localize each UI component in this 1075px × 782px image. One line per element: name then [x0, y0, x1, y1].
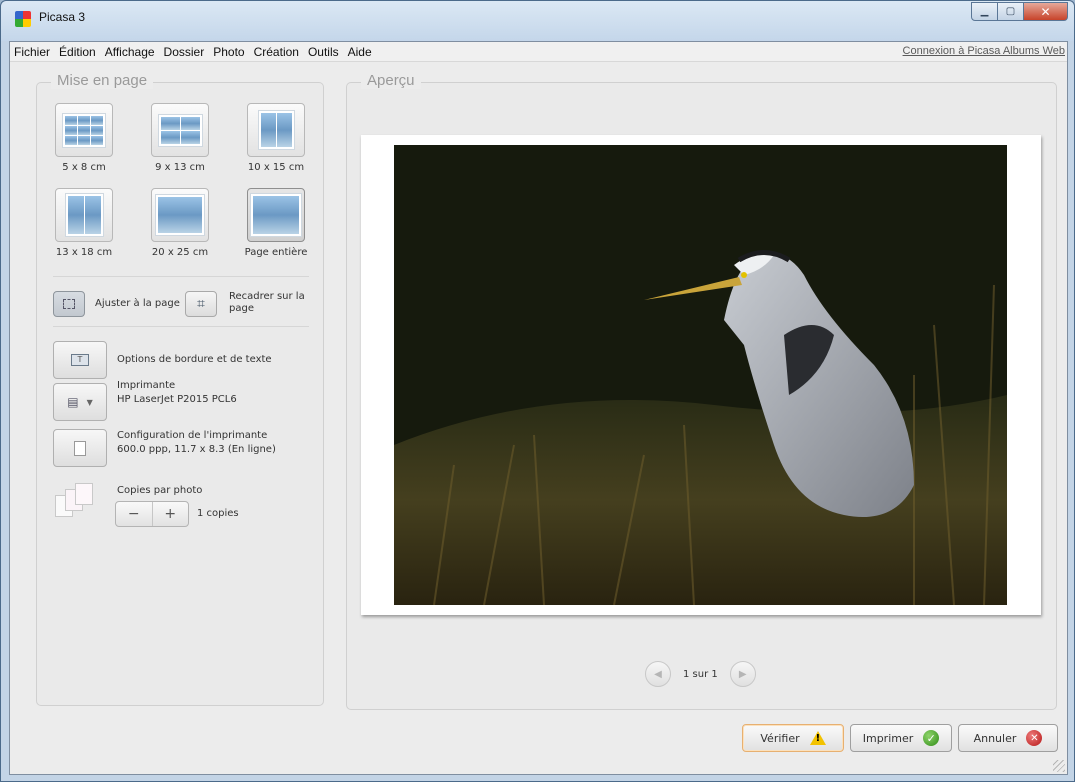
fit-to-page-label: Ajuster à la page: [95, 298, 180, 309]
preview-panel: Aperçu ◀ 1 sur 1 ▶: [346, 72, 1057, 710]
close-button[interactable]: ✕: [1024, 2, 1068, 21]
verify-button[interactable]: Vérifier: [742, 724, 844, 752]
tile-20x25-label: 20 x 25 cm: [151, 247, 209, 258]
print-button[interactable]: Imprimer ✓: [850, 724, 952, 752]
layout-panel: Mise en page 5 x 8 cm 9 x 13 cm 10 x 15 …: [36, 72, 324, 706]
text-frame-icon: T: [71, 354, 89, 366]
printer-label: Imprimante: [117, 380, 176, 391]
printer-select-button[interactable]: ▤ ▼: [53, 383, 107, 421]
tile-5x8-preview: [55, 103, 113, 157]
tile-full-page[interactable]: Page entière: [241, 188, 311, 258]
menu-edition[interactable]: Édition: [56, 45, 102, 59]
tile-full-page-label: Page entière: [244, 247, 308, 258]
chevron-left-icon: ◀: [654, 668, 662, 680]
printer-config-label: Configuration de l'imprimante: [117, 430, 268, 441]
cancel-button[interactable]: Annuler ✕: [958, 724, 1058, 752]
tile-5x8-label: 5 x 8 cm: [62, 162, 106, 173]
menu-aide[interactable]: Aide: [345, 45, 378, 59]
thumb-13x18-icon: [64, 193, 104, 237]
thumb-full-page-icon: [250, 193, 302, 237]
chevron-down-icon: ▼: [86, 397, 93, 407]
menu-photo[interactable]: Photo: [210, 45, 250, 59]
page-indicator: 1 sur 1: [683, 668, 718, 680]
decrement-button[interactable]: −: [116, 502, 152, 526]
menu-outils[interactable]: Outils: [305, 45, 345, 59]
printer-config-button[interactable]: [53, 429, 107, 467]
close-icon: ✕: [1040, 4, 1051, 19]
increment-button[interactable]: +: [151, 502, 189, 526]
heron-photo: [394, 145, 1007, 605]
prev-page-button[interactable]: ◀: [645, 661, 671, 687]
tile-full-page-preview: [247, 188, 305, 242]
thumb-5x8-icon: [62, 112, 106, 148]
crop-to-page-label: Recadrer sur la page: [229, 291, 305, 314]
copies-icon: [55, 483, 97, 523]
tile-5x8[interactable]: 5 x 8 cm: [49, 103, 119, 173]
tile-9x13-preview: [151, 103, 209, 157]
tile-13x18-label: 13 x 18 cm: [55, 247, 113, 258]
thumb-9x13-icon: [157, 113, 203, 147]
maximize-icon: ▢: [1005, 6, 1016, 17]
app-window: Picasa 3 ▁ ▢ ✕ Fichier Édition Affichage…: [0, 0, 1075, 782]
crop-icon: ⌗: [197, 296, 205, 312]
print-preview-page: [361, 135, 1041, 615]
preview-panel-title: Aperçu: [361, 72, 421, 89]
cancel-button-label: Annuler: [973, 731, 1017, 745]
menu-fichier[interactable]: Fichier: [10, 45, 56, 59]
fit-to-page-button[interactable]: [53, 291, 85, 317]
divider: [53, 276, 309, 277]
next-page-button[interactable]: ▶: [729, 661, 756, 687]
page-pager: ◀ 1 sur 1 ▶: [645, 661, 756, 687]
tile-10x15[interactable]: 10 x 15 cm: [241, 103, 311, 173]
tile-13x18[interactable]: 13 x 18 cm: [49, 188, 119, 258]
chevron-right-icon: ▶: [738, 668, 747, 680]
tile-9x13-label: 9 x 13 cm: [155, 162, 205, 173]
fit-to-page-icon: [63, 299, 75, 309]
resize-grip-icon[interactable]: [1053, 760, 1065, 772]
window-title: Picasa 3: [39, 10, 86, 24]
print-button-label: Imprimer: [862, 731, 914, 745]
tile-10x15-preview: [247, 103, 305, 157]
printer-icon: ▤: [67, 395, 79, 409]
title-bar: Picasa 3 ▁ ▢ ✕: [1, 1, 1074, 41]
warning-icon: [809, 731, 826, 745]
menu-creation[interactable]: Création: [251, 45, 305, 59]
copies-value: 1 copies: [197, 508, 239, 519]
picasa-app-icon: [15, 11, 31, 27]
minimize-button[interactable]: ▁: [971, 2, 998, 21]
border-options-label: Options de bordure et de texte: [117, 354, 272, 365]
menu-dossier[interactable]: Dossier: [161, 45, 211, 59]
divider: [53, 326, 309, 327]
tile-20x25[interactable]: 20 x 25 cm: [145, 188, 215, 258]
tile-13x18-preview: [55, 188, 113, 242]
printer-name: HP LaserJet P2015 PCL6: [117, 394, 237, 405]
window-controls: ▁ ▢ ✕: [971, 2, 1068, 21]
check-icon: ✓: [923, 730, 940, 746]
tile-20x25-preview: [151, 188, 209, 242]
copies-stepper: − +: [115, 501, 189, 527]
copies-label: Copies par photo: [117, 485, 203, 496]
minimize-icon: ▁: [980, 6, 989, 17]
verify-button-label: Vérifier: [760, 731, 800, 745]
maximize-button[interactable]: ▢: [998, 2, 1024, 21]
printer-config-detail: 600.0 ppp, 11.7 x 8.3 (En ligne): [117, 444, 276, 455]
border-options-button[interactable]: T: [53, 341, 107, 379]
client-area: Fichier Édition Affichage Dossier Photo …: [9, 41, 1068, 775]
document-settings-icon: [74, 440, 86, 456]
cancel-icon: ✕: [1026, 730, 1043, 746]
thumb-10x15-icon: [257, 110, 295, 150]
tile-10x15-label: 10 x 15 cm: [247, 162, 305, 173]
crop-to-page-button[interactable]: ⌗: [185, 291, 217, 317]
heron-photo-image: [394, 145, 1007, 605]
thumb-20x25-icon: [155, 194, 205, 236]
menu-affichage[interactable]: Affichage: [102, 45, 161, 59]
menu-bar: Fichier Édition Affichage Dossier Photo …: [10, 42, 1067, 62]
layout-panel-title: Mise en page: [51, 72, 154, 89]
web-albums-link[interactable]: Connexion à Picasa Albums Web: [903, 45, 1065, 57]
tile-9x13[interactable]: 9 x 13 cm: [145, 103, 215, 173]
